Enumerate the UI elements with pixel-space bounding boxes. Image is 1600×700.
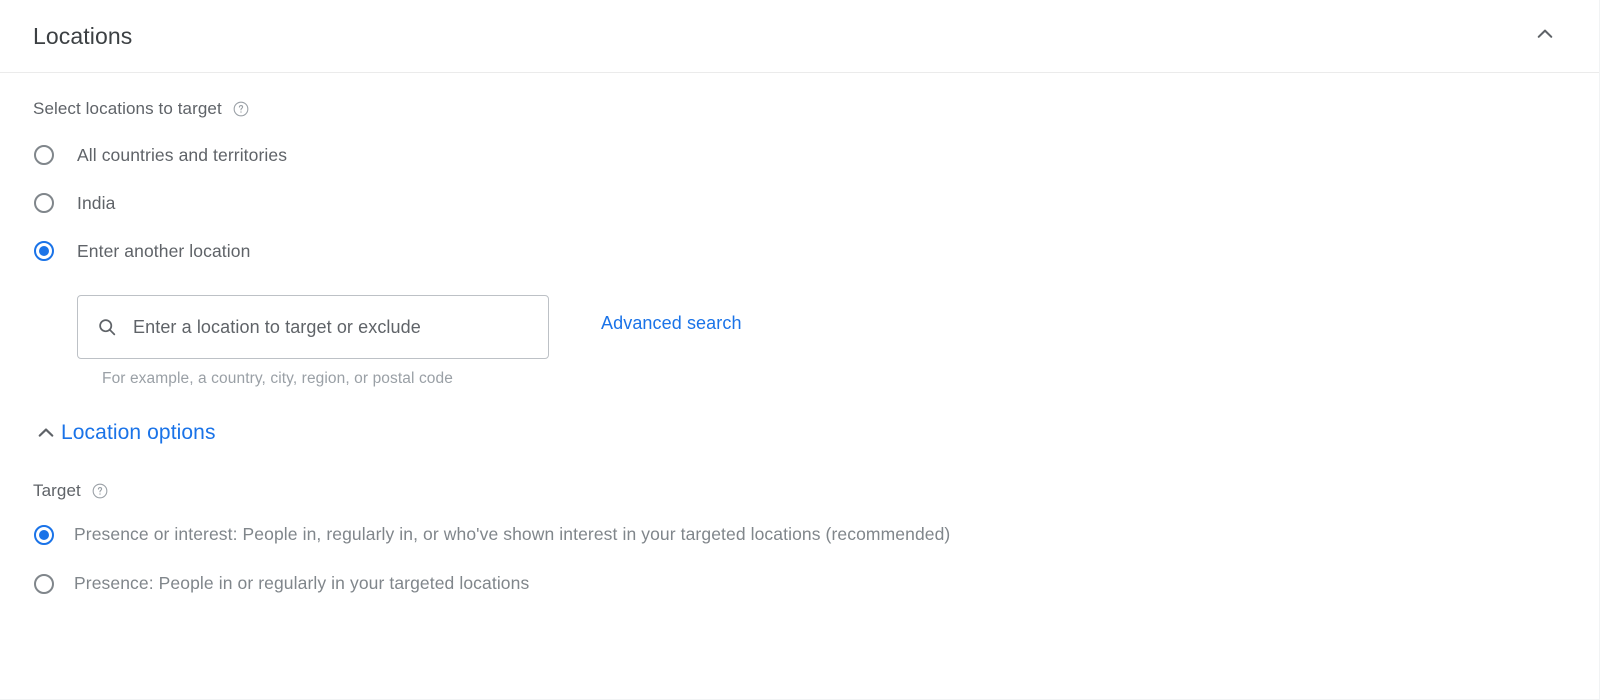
target-radio-group: Presence or interest: People in, regular… — [33, 510, 1566, 608]
radio-indicator-selected[interactable] — [34, 241, 54, 261]
help-circle-icon[interactable] — [91, 482, 109, 500]
radio-indicator[interactable] — [34, 145, 54, 165]
location-search-block: For example, a country, city, region, or… — [33, 295, 1566, 388]
search-icon — [96, 316, 118, 338]
chevron-up-icon — [31, 418, 61, 448]
radio-option-india[interactable]: India — [33, 179, 1566, 227]
locations-settings-panel: Locations Select locations to target All… — [0, 0, 1600, 700]
select-locations-label: Select locations to target — [33, 99, 222, 118]
chevron-up-icon — [1532, 21, 1558, 52]
target-label: Target — [33, 481, 81, 500]
radio-option-all-countries[interactable]: All countries and territories — [33, 131, 1566, 179]
radio-option-presence[interactable]: Presence: People in or regularly in your… — [33, 559, 1566, 608]
radio-label: Presence or interest: People in, regular… — [74, 524, 951, 544]
location-targeting-radio-group: All countries and territories India Ente… — [33, 131, 1566, 275]
radio-indicator-selected[interactable] — [34, 524, 54, 545]
collapse-section-button[interactable] — [1523, 14, 1567, 58]
radio-indicator[interactable] — [34, 193, 54, 213]
location-options-label: Location options — [61, 421, 216, 444]
panel-body: Select locations to target All countries… — [0, 99, 1599, 608]
radio-indicator[interactable] — [34, 573, 54, 594]
radio-label: India — [77, 192, 116, 213]
location-options-toggle[interactable]: Location options — [31, 418, 216, 448]
radio-option-enter-another-location[interactable]: Enter another location — [33, 227, 1566, 275]
location-search-hint: For example, a country, city, region, or… — [102, 370, 453, 387]
radio-option-presence-or-interest[interactable]: Presence or interest: People in, regular… — [33, 510, 1566, 559]
select-locations-label-row: Select locations to target — [33, 99, 1566, 119]
radio-label: Enter another location — [77, 240, 251, 261]
radio-label: All countries and territories — [77, 144, 288, 165]
target-label-row: Target — [33, 481, 1566, 501]
location-search-input[interactable] — [131, 315, 530, 339]
location-search-box[interactable] — [77, 295, 549, 359]
location-search-column: For example, a country, city, region, or… — [77, 295, 549, 388]
radio-label: Presence: People in or regularly in your… — [74, 573, 530, 593]
help-circle-icon[interactable] — [232, 100, 250, 118]
page-title: Locations — [33, 22, 133, 49]
advanced-search-link[interactable]: Advanced search — [601, 313, 742, 334]
panel-header: Locations — [0, 0, 1599, 73]
